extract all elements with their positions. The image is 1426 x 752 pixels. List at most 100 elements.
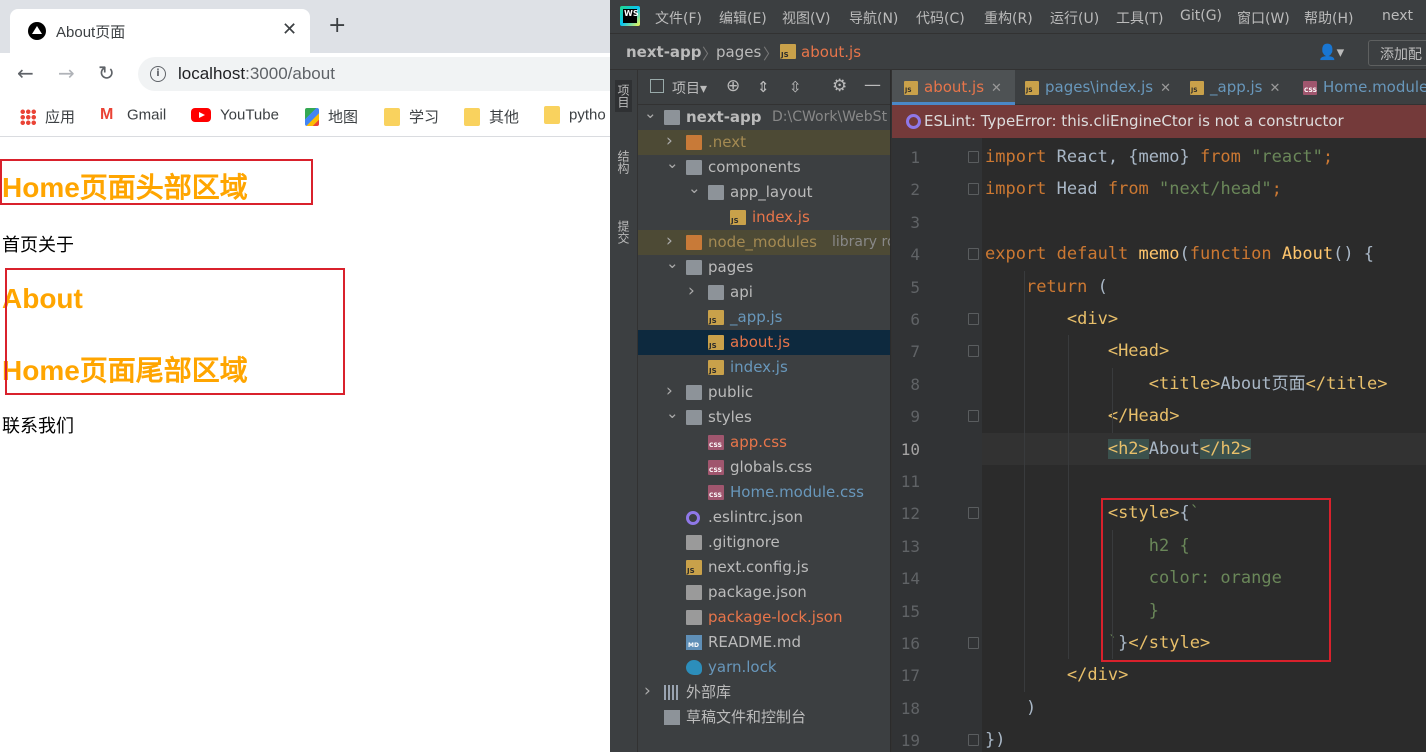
tree-item[interactable]: ⌄ next-app D:\CWork\WebSt: [638, 105, 890, 130]
tree-item[interactable]: CSS Home.module.css: [638, 480, 890, 505]
breadcrumb-folder[interactable]: pages: [716, 43, 761, 61]
tree-item[interactable]: ⌄ components: [638, 154, 890, 180]
chevron-down-icon[interactable]: ⌄: [666, 151, 679, 176]
tree-item[interactable]: ⌄ app_layout: [638, 179, 890, 205]
tool-tab-project[interactable]: 项目: [615, 80, 632, 112]
chevron-down-icon[interactable]: ⌄: [666, 251, 679, 276]
chevron-down-icon[interactable]: ⌄: [666, 401, 679, 426]
fold-marker-icon[interactable]: [968, 248, 979, 261]
tree-item-label: yarn.lock: [708, 658, 777, 676]
tree-item[interactable]: ⌄ styles: [638, 404, 890, 430]
editor-tab-app-js[interactable]: JS _app.js ✕: [1180, 70, 1293, 105]
expand-all-icon[interactable]: ⇕: [757, 78, 770, 96]
js-file-icon: JS: [1190, 80, 1204, 95]
fold-marker-icon[interactable]: [968, 507, 979, 520]
tree-item[interactable]: ⌄ pages: [638, 254, 890, 280]
forward-icon[interactable]: →: [58, 61, 75, 85]
menu-help[interactable]: 帮助(H): [1304, 8, 1353, 28]
tree-item[interactable]: CSS globals.css: [638, 455, 890, 480]
close-tab-icon[interactable]: ✕: [991, 81, 1002, 96]
browser-toolbar: ← → ↻ i localhost:3000/about: [0, 53, 610, 95]
menu-run[interactable]: 运行(U): [1050, 8, 1099, 28]
bookmark-folder-study[interactable]: 学习: [384, 106, 439, 126]
site-info-icon[interactable]: i: [150, 66, 166, 82]
tree-item[interactable]: › api: [638, 280, 890, 305]
tree-item[interactable]: package-lock.json: [638, 605, 890, 630]
tree-item[interactable]: yarn.lock: [638, 655, 890, 680]
chevron-right-icon[interactable]: ›: [644, 679, 651, 704]
hide-panel-icon[interactable]: —: [864, 75, 881, 95]
tree-item[interactable]: .gitignore: [638, 530, 890, 555]
tree-item[interactable]: JS index.js: [638, 355, 890, 380]
annotation-box-header: [0, 159, 313, 205]
folder-icon: [686, 235, 702, 250]
settings-gear-icon[interactable]: ⚙: [832, 76, 847, 96]
menu-file[interactable]: 文件(F): [655, 8, 702, 28]
tool-tab-structure[interactable]: 结构: [615, 150, 632, 174]
tree-item[interactable]: JS next.config.js: [638, 555, 890, 580]
line-number: 18: [900, 698, 920, 718]
tree-item[interactable]: CSS app.css: [638, 430, 890, 455]
close-tab-icon[interactable]: ✕: [1160, 81, 1171, 96]
reload-icon[interactable]: ↻: [98, 61, 115, 85]
annotation-box-style: [1101, 498, 1331, 662]
locate-file-icon[interactable]: ⊕: [726, 76, 740, 96]
editor-tabs: JS about.js ✕ JS pages\index.js ✕ JS _app.js ✕…: [892, 70, 1426, 105]
bookmark-gmail[interactable]: M Gmail: [100, 106, 166, 126]
tool-tab-commit[interactable]: 提交: [615, 220, 632, 244]
line-number-gutter: 1 2 3 4 5 6 7 8 9 10 11 12 13 14 15 16 17 18 19: [892, 138, 982, 752]
fold-marker-icon[interactable]: [968, 410, 979, 423]
fold-marker-icon[interactable]: [968, 345, 979, 358]
folder-icon: [384, 107, 400, 126]
folder-icon: [708, 185, 724, 200]
menu-code[interactable]: 代码(C): [916, 8, 965, 28]
fold-marker-icon[interactable]: [968, 637, 979, 649]
bookmark-apps[interactable]: 应用: [20, 106, 75, 126]
web-page-content: Home页面头部区域 首页关于 About Home页面尾部区域 联系我们: [0, 138, 610, 752]
menu-edit[interactable]: 编辑(E): [719, 8, 767, 28]
add-configuration-button[interactable]: 添加配: [1368, 40, 1426, 66]
address-bar[interactable]: i localhost:3000/about: [138, 57, 610, 91]
menu-refactor[interactable]: 重构(R): [984, 8, 1033, 28]
close-tab-icon[interactable]: ✕: [1270, 81, 1281, 96]
tree-item[interactable]: JS about.js: [638, 330, 890, 355]
bookmark-maps[interactable]: 地图: [305, 106, 358, 126]
project-view-selector[interactable]: 项目▾: [672, 78, 707, 98]
menu-git[interactable]: Git(G): [1180, 8, 1222, 24]
tree-item[interactable]: MD README.md: [638, 630, 890, 655]
bookmark-youtube[interactable]: YouTube: [191, 106, 279, 126]
fold-marker-icon[interactable]: [968, 151, 979, 163]
editor-tab-about-js[interactable]: JS about.js ✕: [892, 70, 1015, 105]
chevron-down-icon[interactable]: ⌄: [644, 105, 657, 126]
menu-tools[interactable]: 工具(T): [1116, 8, 1163, 28]
browser-tab[interactable]: About页面 ✕: [10, 9, 310, 53]
nav-links-text[interactable]: 首页关于: [2, 231, 74, 257]
contact-text: 联系我们: [2, 416, 74, 437]
collapse-all-icon[interactable]: ⇳: [789, 78, 802, 96]
user-icon[interactable]: 👤▾: [1318, 43, 1344, 61]
fold-marker-icon[interactable]: [968, 734, 979, 747]
tree-item[interactable]: › 外部库: [638, 680, 890, 705]
new-tab-button[interactable]: +: [328, 15, 346, 37]
tree-item[interactable]: JS _app.js: [638, 305, 890, 330]
menu-view[interactable]: 视图(V): [782, 8, 831, 28]
breadcrumb-file[interactable]: about.js: [801, 43, 861, 61]
tree-item[interactable]: .eslintrc.json: [638, 505, 890, 530]
menu-navigate[interactable]: 导航(N): [849, 8, 898, 28]
chevron-right-icon[interactable]: ›: [688, 279, 695, 304]
chevron-down-icon[interactable]: ⌄: [688, 176, 701, 201]
fold-marker-icon[interactable]: [968, 183, 979, 196]
menu-window[interactable]: 窗口(W): [1237, 8, 1290, 28]
tree-item[interactable]: 草稿文件和控制台: [638, 705, 890, 730]
tree-item[interactable]: package.json: [638, 580, 890, 605]
fold-marker-icon[interactable]: [968, 313, 979, 325]
back-icon[interactable]: ←: [17, 61, 34, 85]
bookmark-folder-other[interactable]: 其他: [464, 106, 519, 126]
browser-window: About页面 ✕ + ← → ↻ i localhost:3000/about…: [0, 0, 610, 752]
breadcrumb-project[interactable]: next-app: [626, 43, 702, 61]
bookmark-folder-python[interactable]: pytho: [544, 106, 606, 126]
editor-tab-home-module[interactable]: CSS Home.module: [1293, 70, 1426, 105]
tree-item[interactable]: JS index.js: [638, 205, 890, 230]
editor-tab-pages-index[interactable]: JS pages\index.js ✕: [1015, 70, 1180, 105]
close-tab-icon[interactable]: ✕: [282, 19, 297, 40]
